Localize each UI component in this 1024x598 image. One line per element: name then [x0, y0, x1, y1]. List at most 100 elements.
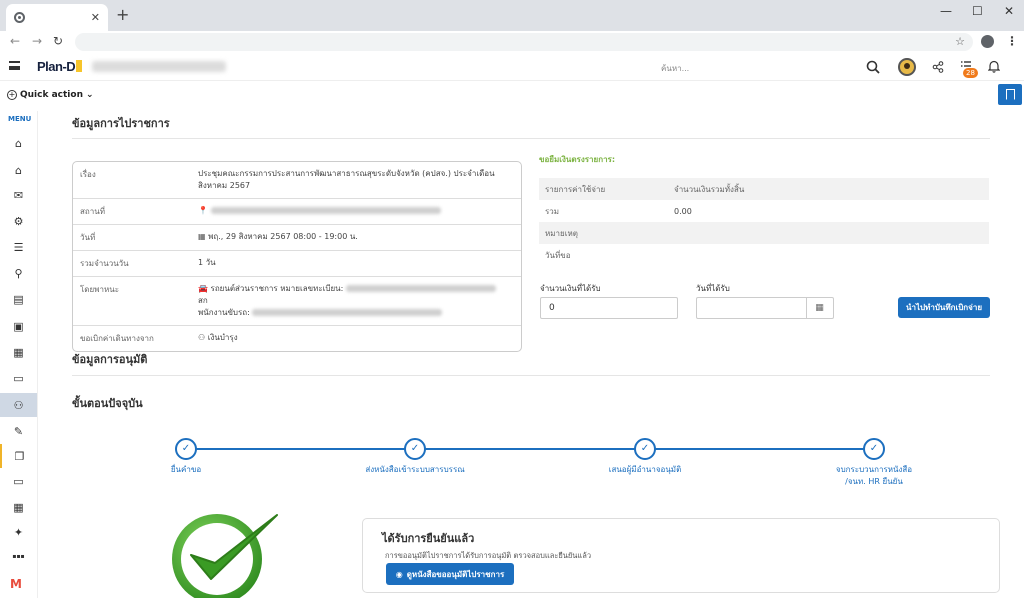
- share-icon[interactable]: [932, 61, 944, 73]
- pen-nav-item[interactable]: ✎: [0, 419, 37, 443]
- logo-mark-icon: [76, 60, 83, 72]
- reload-icon[interactable]: ↻: [53, 34, 63, 48]
- total-label: รวม: [545, 206, 560, 216]
- sidebar: MENU ⌂ ⌂ ✉ ⚙ ☰ ⚲ ▤ ▣ ▦ ▭ ⚇ ✎ ❐ ▭ ▦ ✦ ▪▪▪ M: [0, 111, 38, 598]
- table-row: เรื่อง ประชุมคณะกรรมการประสานการพัฒนาสาธ…: [73, 162, 521, 199]
- step-check-icon: ✓: [175, 438, 197, 460]
- browser-menu-icon[interactable]: ⋮: [1006, 34, 1018, 48]
- approved-checkmark-icon: [172, 514, 278, 598]
- brand-logo: M: [10, 577, 22, 591]
- divider: [72, 138, 990, 139]
- map-pin-icon: 📍: [198, 206, 208, 215]
- money-icon: ▣: [13, 319, 24, 333]
- loan-title: ขอยืมเงินตรงรายการ:: [539, 155, 616, 164]
- browser-tabbar: ✕ + — ☐ ✕: [0, 0, 1024, 31]
- calendar-picker-icon[interactable]: ▦: [806, 297, 834, 319]
- view-approval-document-button[interactable]: ◉ ดูหนังสือขออนุมัติไปราชการ: [386, 563, 514, 585]
- files-nav-item[interactable]: ❐: [0, 444, 37, 468]
- home-icon: ⌂: [15, 136, 22, 150]
- magic-wand-icon: ✦: [13, 525, 24, 539]
- approval-title: ได้รับการยืนยันแล้ว: [382, 532, 475, 545]
- user-business-nav-item[interactable]: ⚇: [0, 393, 37, 417]
- mail-nav-item[interactable]: ✉: [0, 183, 37, 207]
- new-tab-button[interactable]: +: [116, 7, 129, 23]
- app-logo[interactable]: Plan-D: [37, 59, 83, 74]
- user-location-nav-item[interactable]: ⚲: [0, 261, 37, 285]
- quick-action-button[interactable]: + Quick action ⌄: [7, 90, 94, 100]
- redacted-location: [210, 207, 441, 214]
- monitor-nav-item[interactable]: ▭: [0, 469, 37, 493]
- calendar-icon: ▦: [198, 232, 206, 241]
- back-icon[interactable]: ←: [10, 34, 20, 48]
- table-row: สถานที่ 📍: [73, 199, 521, 225]
- amount-input[interactable]: 0: [540, 297, 678, 319]
- table-row: หมายเหตุ: [539, 222, 989, 244]
- forward-icon[interactable]: →: [32, 34, 42, 48]
- checklist-nav-item[interactable]: ☰: [0, 235, 37, 259]
- logo-text: Plan-D: [37, 59, 76, 74]
- settings-nav-item[interactable]: ⚙: [0, 209, 37, 233]
- card-nav-item[interactable]: ▭: [0, 366, 37, 390]
- row-label: วันที่: [80, 233, 96, 242]
- document-nav-item[interactable]: ▤: [0, 287, 37, 311]
- trip-info-table: เรื่อง ประชุมคณะกรรมการประสานการพัฒนาสาธ…: [72, 161, 522, 352]
- search-input[interactable]: ค้นหา...: [661, 62, 689, 75]
- row-label: เรื่อง: [80, 170, 96, 179]
- app-header: Plan-D ค้นหา...: [0, 53, 1024, 81]
- disbursement-button[interactable]: นำไปทำบันทึกเบิกจ่าย: [898, 297, 990, 318]
- row-label: ขอเบิกค่าเดินทางจาก: [80, 334, 154, 343]
- stepper-line: [186, 448, 873, 450]
- monitor-icon: ▭: [13, 474, 24, 488]
- section-title-trip: ข้อมูลการไปราชการ: [72, 117, 170, 130]
- tab-close-icon[interactable]: ✕: [91, 11, 100, 24]
- redacted-driver: [252, 309, 443, 316]
- files-icon: ❐: [14, 449, 25, 463]
- table-row: โดยพาหนะ 🚘 รถยนต์ส่วนราชการ หมายเลขทะเบี…: [73, 277, 521, 326]
- table-row: รวม 0.00: [539, 200, 989, 222]
- card-icon: ▭: [13, 371, 24, 385]
- user-avatar[interactable]: [898, 58, 916, 76]
- approval-description: การขออนุมัติไปราชการได้รับการอนุมัติ ตรว…: [385, 551, 592, 560]
- home-alt-nav-item[interactable]: ⌂: [0, 158, 37, 182]
- table-row: วันที่ ▦ พฤ., 29 สิงหาคม 2567 08:00 - 19…: [73, 225, 521, 251]
- row-value: 🚘 รถยนต์ส่วนราชการ หมายเลขทะเบียน: สก พน…: [198, 277, 521, 325]
- calendar-plus-nav-item[interactable]: ▦: [0, 340, 37, 364]
- browser-profile-icon[interactable]: [981, 35, 994, 48]
- browser-address-row: ← → ↻ ☆ ⋮: [0, 31, 1024, 53]
- magic-wand-nav-item[interactable]: ✦: [0, 520, 37, 544]
- search-icon[interactable]: [866, 60, 880, 74]
- money-nav-item[interactable]: ▣: [0, 314, 37, 338]
- address-bar[interactable]: ☆: [75, 33, 973, 51]
- close-window-button[interactable]: ✕: [1004, 4, 1014, 18]
- driver-label: พนักงานขับรถ:: [198, 308, 250, 317]
- main-content: ข้อมูลการไปราชการ เรื่อง ประชุมคณะกรรมกา…: [38, 111, 1024, 598]
- task-count-badge: 28: [963, 68, 978, 78]
- redacted-plate: [345, 285, 496, 292]
- bookmark-button[interactable]: [998, 84, 1022, 105]
- total-value: 0.00: [674, 206, 692, 216]
- minimize-button[interactable]: —: [940, 4, 952, 18]
- table-row: รายการค่าใช้จ่าย จำนวนเงินรวมทั้งสิ้น: [539, 178, 989, 200]
- table-row: รวมจำนวนวัน 1 วัน: [73, 251, 521, 277]
- home-nav-item[interactable]: ⌂: [0, 131, 37, 155]
- apps-grid-nav-item[interactable]: ▪▪▪: [0, 544, 37, 568]
- browser-tab[interactable]: ✕: [6, 4, 108, 31]
- bookmark-star-icon[interactable]: ☆: [955, 35, 965, 48]
- received-date-input[interactable]: [696, 297, 807, 319]
- calendar-nav-item[interactable]: ▦: [0, 495, 37, 519]
- quick-action-row: + Quick action ⌄: [0, 82, 1024, 111]
- pen-icon: ✎: [13, 424, 24, 438]
- row-value: ▦ พฤ., 29 สิงหาคม 2567 08:00 - 19:00 น.: [198, 225, 521, 250]
- received-date-label: วันที่ได้รับ: [696, 284, 730, 293]
- step-label: ยื่นคำขอ: [170, 465, 202, 474]
- apps-grid-icon: ▪▪▪: [12, 552, 25, 560]
- divider: [72, 375, 990, 376]
- bell-icon[interactable]: [988, 60, 1000, 73]
- row-label: โดยพาหนะ: [80, 285, 119, 294]
- redacted-org-name: [92, 61, 226, 72]
- step-label: เสนอผู้มีอำนาจอนุมัติ: [608, 465, 682, 474]
- request-date-label: วันที่ขอ: [545, 250, 571, 260]
- mail-icon: ✉: [13, 188, 24, 202]
- maximize-button[interactable]: ☐: [972, 4, 983, 18]
- hamburger-menu-icon[interactable]: [9, 61, 20, 70]
